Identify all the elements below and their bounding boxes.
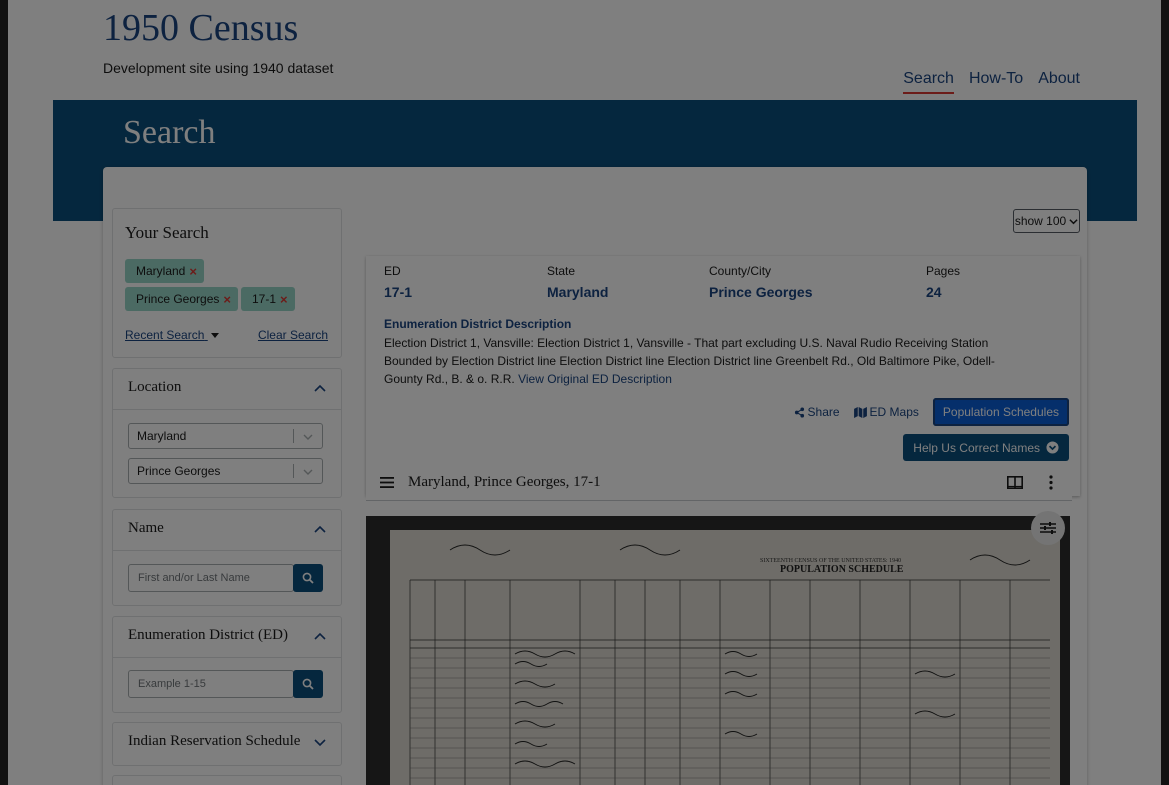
window-frame-right (1161, 0, 1169, 785)
page-title: Search (123, 114, 216, 151)
census-sheet: POPULATION SCHEDULE SIXTEENTH CENSUS OF … (390, 530, 1060, 785)
nav-search[interactable]: Search (903, 70, 954, 94)
select-divider (293, 429, 294, 443)
chevron-down-icon (303, 434, 313, 440)
site-subtitle: Development site using 1940 dataset (103, 60, 334, 76)
indian-reservation-filter: Indian Reservation Schedule (112, 722, 342, 766)
remove-tag-icon[interactable]: × (280, 292, 288, 307)
divider (113, 409, 341, 410)
population-schedules-button[interactable]: Population Schedules (932, 398, 1069, 426)
name-search-button[interactable] (293, 564, 323, 592)
page: 1950 Census Development site using 1940 … (0, 0, 1169, 785)
name-heading[interactable]: Name (128, 520, 164, 537)
your-search-heading: Your Search (125, 223, 209, 242)
chevron-up-icon[interactable] (313, 381, 327, 395)
select-divider (293, 464, 294, 478)
recent-search-dropdown[interactable]: Recent Search (125, 328, 219, 342)
viewer-title: Maryland, Prince Georges, 17-1 (408, 474, 601, 490)
location-heading[interactable]: Location (128, 379, 181, 396)
ed-maps-label: ED Maps (869, 405, 919, 419)
ed-maps-button[interactable]: ED Maps (853, 405, 919, 419)
results-per-page-select[interactable]: show 100 (1013, 209, 1080, 233)
ed-search-input[interactable]: Example 1-15 (128, 670, 294, 698)
divider (113, 657, 341, 658)
sheet-title: POPULATION SCHEDULE (780, 564, 904, 575)
ed-description-text: Election District 1, Vansville: Election… (384, 336, 995, 386)
pages-label: Pages (926, 264, 961, 278)
viewer-toolbar: Maryland, Prince Georges, 17-1 (366, 466, 1072, 501)
help-correct-names-label: Help Us Correct Names (913, 440, 1040, 455)
book-view-icon[interactable] (1007, 476, 1023, 489)
indian-reservation-heading[interactable]: Indian Reservation Schedule (128, 733, 300, 750)
ed-result-card: ED 17-1 State Maryland County/City Princ… (366, 256, 1080, 496)
next-filter (112, 775, 342, 785)
your-search-panel: Your Search Maryland × Prince Georges × … (112, 208, 342, 358)
help-correct-names-button[interactable]: Help Us Correct Names (903, 434, 1069, 461)
map-icon (853, 406, 867, 418)
tune-icon (1040, 522, 1056, 534)
ed-heading[interactable]: Enumeration District (ED) (128, 627, 288, 644)
state-value: Maryland (547, 284, 609, 300)
chevron-circle-down-icon (1046, 441, 1059, 454)
nav-how-to[interactable]: How-To (969, 70, 1023, 94)
search-tag-county: Prince Georges × (125, 287, 238, 311)
search-icon (302, 678, 314, 690)
share-button[interactable]: Share (794, 405, 840, 419)
search-icon (302, 572, 314, 584)
window-frame-left (0, 0, 8, 785)
share-icon (794, 406, 804, 418)
tag-label: 17-1 (252, 292, 277, 306)
state-select-value: Maryland (137, 429, 187, 443)
divider (113, 550, 341, 551)
remove-tag-icon[interactable]: × (223, 292, 231, 307)
census-sheet-image[interactable]: POPULATION SCHEDULE SIXTEENTH CENSUS OF … (366, 516, 1070, 785)
search-tag-state: Maryland × (125, 259, 204, 283)
results-per-page-value: show 100 (1014, 214, 1067, 228)
caret-down-icon (210, 333, 219, 338)
site-title[interactable]: 1950 Census (103, 6, 298, 50)
county-select[interactable]: Prince Georges (128, 458, 323, 484)
clear-search-link[interactable]: Clear Search (258, 328, 328, 342)
remove-tag-icon[interactable]: × (189, 264, 197, 279)
state-label: State (547, 264, 576, 278)
ed-filter: Enumeration District (ED) Example 1-15 (112, 616, 342, 713)
ed-description: Election District 1, Vansville: Election… (384, 334, 1024, 388)
ed-search-button[interactable] (293, 670, 323, 698)
view-original-link[interactable]: View Original ED Description (518, 372, 672, 386)
tag-label: Maryland (136, 264, 186, 278)
recent-search-label: Recent Search (125, 328, 205, 342)
state-select[interactable]: Maryland (128, 423, 323, 449)
ed-value: 17-1 (384, 284, 413, 300)
chevron-up-icon[interactable] (313, 522, 327, 536)
name-search-input[interactable]: First and/or Last Name (128, 564, 294, 592)
pages-value: 24 (926, 284, 942, 300)
name-filter: Name First and/or Last Name (112, 509, 342, 606)
menu-icon[interactable] (380, 477, 394, 488)
chevron-down-icon[interactable] (313, 735, 327, 749)
county-label: County/City (709, 264, 772, 278)
location-filter: Location Maryland Prince Georges (112, 368, 342, 498)
sheet-subtitle: SIXTEENTH CENSUS OF THE UNITED STATES: 1… (760, 558, 901, 564)
ed-label: ED (384, 264, 401, 278)
county-select-value: Prince Georges (137, 464, 221, 478)
chevron-up-icon[interactable] (313, 629, 327, 643)
top-nav: Search How-To About (903, 70, 1080, 94)
county-value: Prince Georges (709, 284, 813, 300)
chevron-down-icon (1069, 218, 1078, 224)
image-adjust-button[interactable] (1031, 511, 1065, 545)
ed-description-heading: Enumeration District Description (384, 317, 572, 331)
more-options-icon[interactable] (1049, 475, 1053, 490)
tag-label: Prince Georges (136, 292, 220, 306)
search-tag-ed: 17-1 × (241, 287, 295, 311)
nav-about[interactable]: About (1038, 70, 1080, 94)
share-label: Share (807, 405, 840, 419)
chevron-down-icon (303, 469, 313, 475)
result-actions: Share ED Maps Population Schedules (794, 398, 1069, 426)
